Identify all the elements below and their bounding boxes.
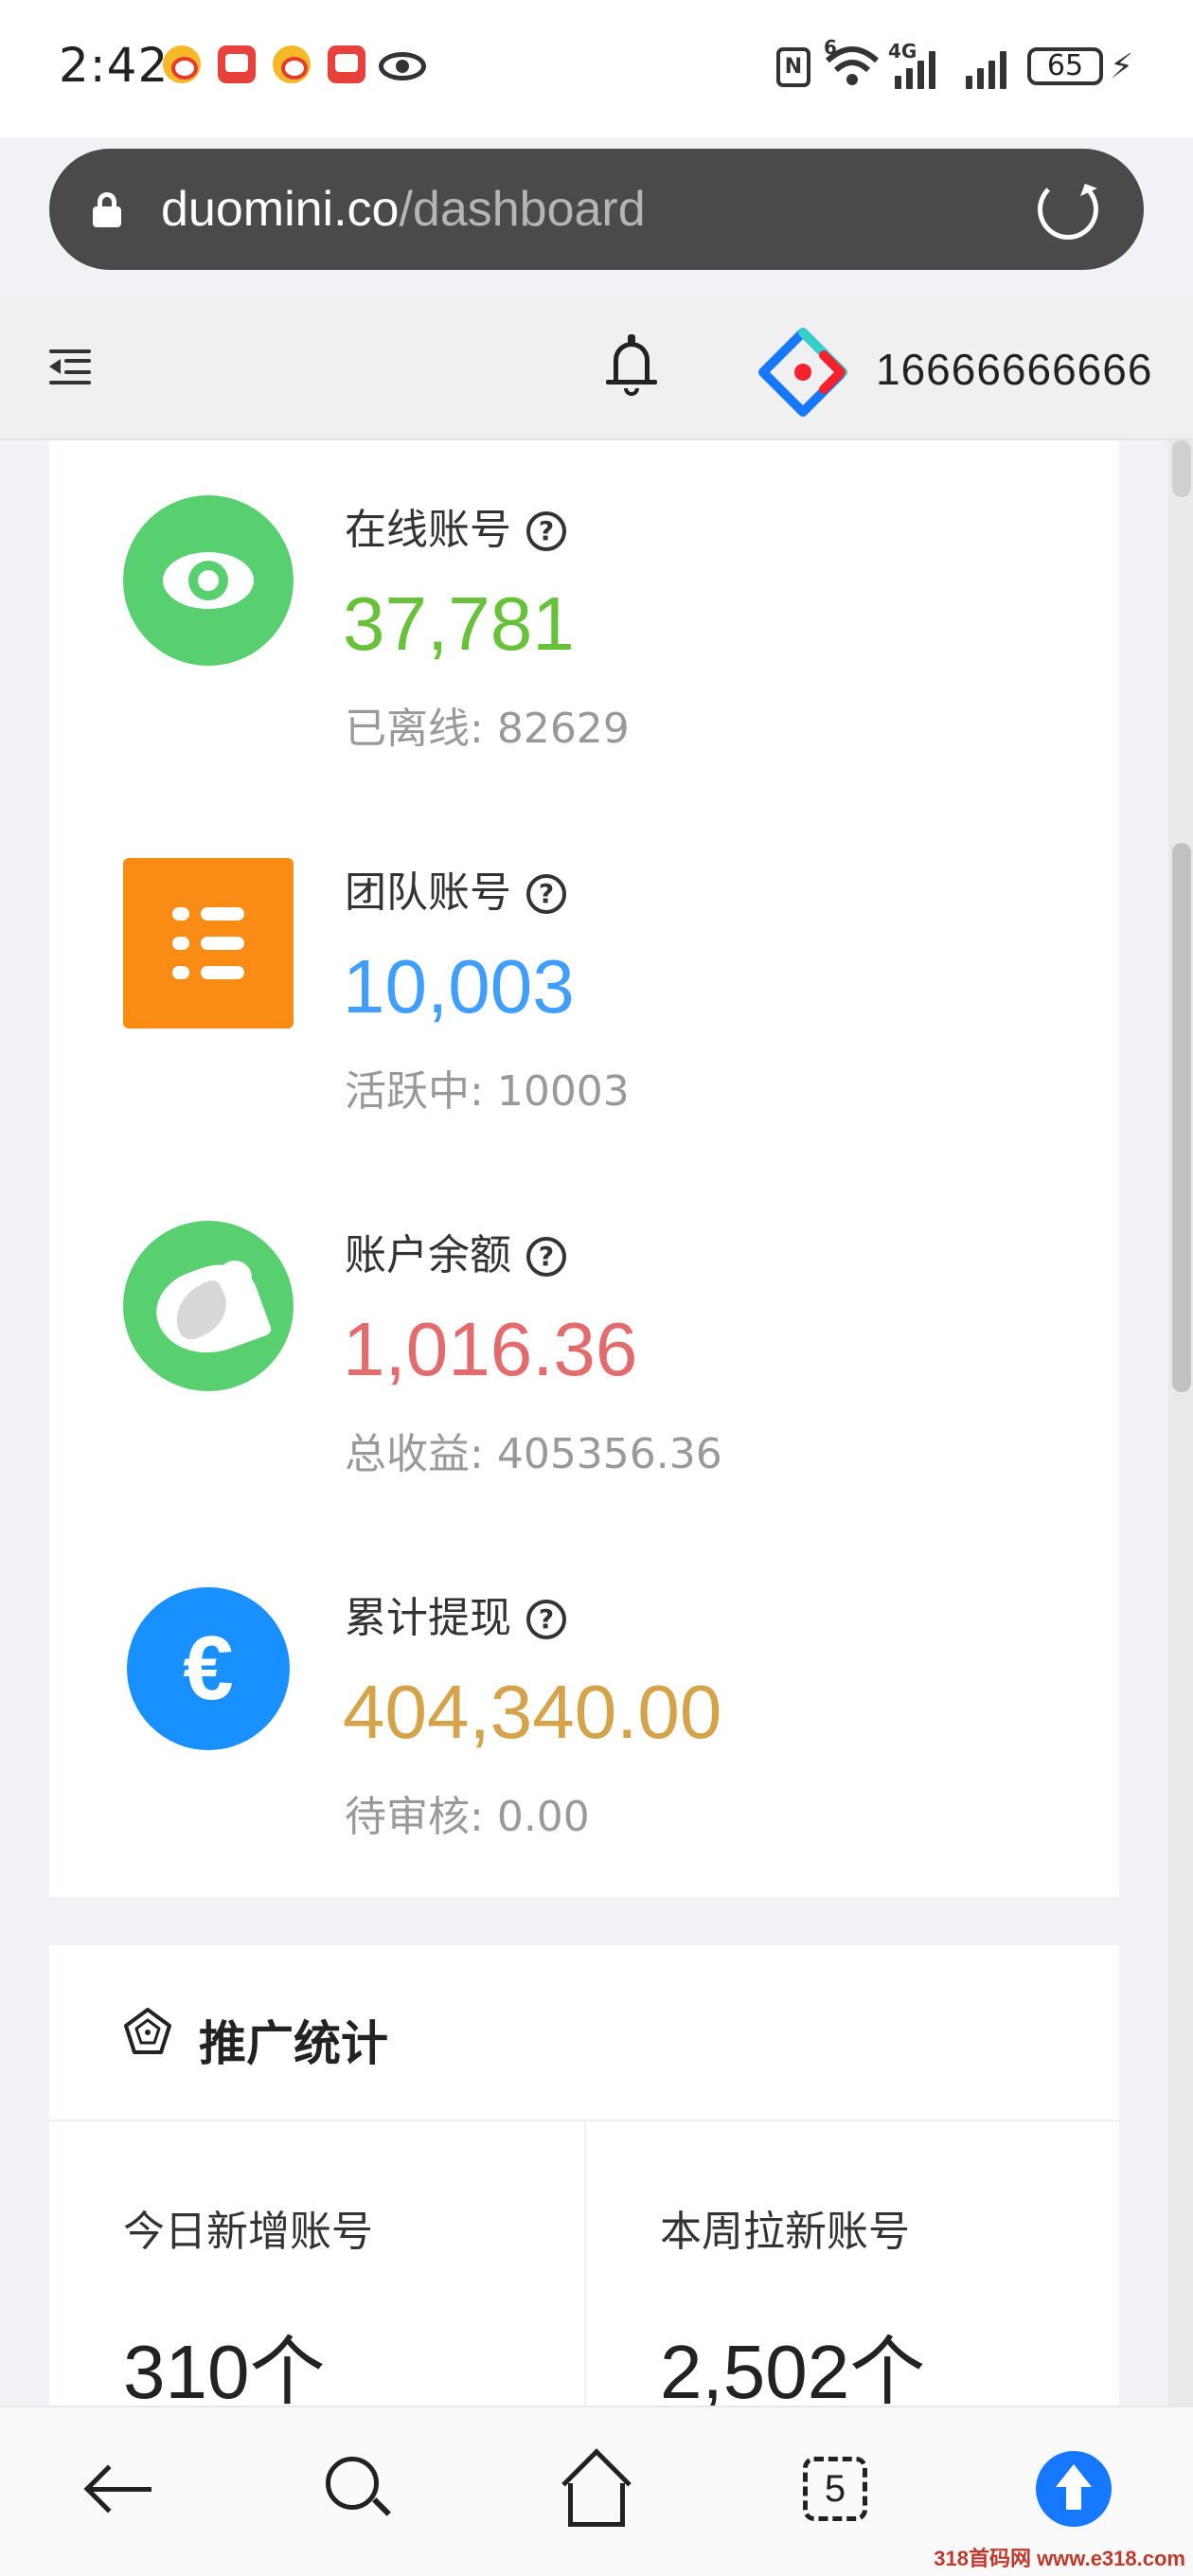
back-arrow-icon[interactable] bbox=[83, 2451, 159, 2527]
stat-title: 团队账号 bbox=[345, 868, 511, 917]
status-bar: 2:42 N 6 4G 65 ⚡ bbox=[0, 0, 1193, 137]
promo-value: 2,502 bbox=[660, 2330, 850, 2414]
promo-unit: 个 bbox=[849, 2328, 926, 2416]
promo-today-new: 今日新增账号 310个 bbox=[49, 2121, 584, 2416]
menu-fold-icon[interactable] bbox=[49, 348, 91, 385]
promo-value: 310 bbox=[123, 2330, 250, 2414]
user-phone[interactable]: 16666666666 bbox=[876, 344, 1152, 395]
signal-icon bbox=[966, 49, 1006, 89]
stat-total-withdrawn: € 累计提现? 404,340.00 待审核: 0.00 bbox=[49, 1529, 1119, 1891]
help-icon[interactable]: ? bbox=[526, 874, 566, 914]
stat-sub-value: 405356.36 bbox=[496, 1430, 722, 1478]
scrollbar-thumb[interactable] bbox=[1172, 843, 1191, 1392]
lock-icon bbox=[93, 192, 121, 227]
status-time: 2:42 bbox=[59, 38, 169, 93]
promo-title: 推广统计 bbox=[199, 2016, 388, 2071]
bell-icon[interactable] bbox=[606, 334, 657, 397]
promo-label: 今日新增账号 bbox=[123, 2208, 373, 2256]
euro-icon: € bbox=[127, 1587, 290, 1750]
weibo-icon bbox=[273, 45, 311, 83]
upload-arrow-icon[interactable] bbox=[1036, 2451, 1112, 2527]
stat-sub-value: 0.00 bbox=[496, 1793, 590, 1841]
radar-chart-icon bbox=[123, 2007, 172, 2056]
stat-sub-label: 总收益: bbox=[345, 1430, 484, 1478]
promo-stats-card: 推广统计 今日新增账号 310个 本周拉新账号 2,502个 bbox=[49, 1945, 1119, 2416]
stat-value: 1,016.36 bbox=[343, 1307, 638, 1391]
stat-sub-value: 10003 bbox=[496, 1067, 630, 1116]
nfc-icon: N bbox=[776, 47, 810, 87]
stats-card: 在线账号? 37,781 已离线: 82629 团队账号? 10,003 活跃中… bbox=[49, 440, 1119, 1897]
watermark: 318首码网 www.e318.com bbox=[934, 2547, 1185, 2570]
url-text[interactable]: duomini.co/dashboard bbox=[161, 181, 646, 238]
url-bar[interactable]: duomini.co/dashboard bbox=[49, 149, 1144, 270]
help-icon[interactable]: ? bbox=[526, 1600, 566, 1639]
promo-header: 推广统计 bbox=[49, 1945, 1119, 2121]
red-app-icon bbox=[328, 45, 365, 83]
stat-sub-label: 待审核: bbox=[345, 1793, 484, 1841]
logo-icon bbox=[757, 327, 848, 418]
stat-value: 37,781 bbox=[343, 581, 575, 666]
weibo-icon bbox=[163, 45, 201, 83]
stat-value: 404,340.00 bbox=[343, 1670, 722, 1754]
scrollbar-cap bbox=[1172, 440, 1191, 497]
stat-title: 累计提现 bbox=[345, 1594, 511, 1642]
wifi-label: 6 bbox=[824, 36, 837, 59]
help-icon[interactable]: ? bbox=[526, 1237, 566, 1277]
stat-title: 在线账号 bbox=[345, 506, 511, 554]
charging-icon: ⚡ bbox=[1110, 47, 1134, 86]
stat-online-accounts: 在线账号? 37,781 已离线: 82629 bbox=[49, 440, 1119, 803]
scrollbar-track[interactable] bbox=[1168, 440, 1193, 2406]
eye-icon bbox=[123, 495, 294, 666]
search-icon[interactable] bbox=[318, 2451, 394, 2527]
tab-count: 5 bbox=[803, 2457, 867, 2521]
wifi-icon: 6 bbox=[824, 36, 881, 89]
help-icon[interactable]: ? bbox=[526, 511, 566, 551]
bird-icon bbox=[123, 1221, 294, 1391]
battery-icon: 65 bbox=[1027, 47, 1103, 85]
stat-sub-value: 82629 bbox=[496, 705, 630, 753]
list-icon bbox=[123, 858, 294, 1029]
eye-icon bbox=[379, 52, 426, 80]
stat-value: 10,003 bbox=[343, 944, 575, 1029]
stat-title: 账户余额 bbox=[345, 1231, 511, 1279]
promo-unit: 个 bbox=[249, 2328, 326, 2416]
network-label: 4G bbox=[888, 40, 917, 63]
stat-account-balance: 账户余额? 1,016.36 总收益: 405356.36 bbox=[49, 1166, 1119, 1529]
promo-label: 本周拉新账号 bbox=[660, 2208, 910, 2256]
tabs-icon[interactable]: 5 bbox=[797, 2451, 873, 2527]
url-domain: duomini.co bbox=[161, 182, 400, 237]
stat-sub-label: 活跃中: bbox=[345, 1067, 484, 1116]
red-app-icon bbox=[218, 45, 256, 83]
stat-sub-label: 已离线: bbox=[345, 705, 484, 753]
stat-team-accounts: 团队账号? 10,003 活跃中: 10003 bbox=[49, 803, 1119, 1166]
home-icon[interactable] bbox=[559, 2448, 634, 2527]
url-path: /dashboard bbox=[399, 182, 646, 237]
reload-icon[interactable] bbox=[1038, 179, 1098, 240]
promo-week-new: 本周拉新账号 2,502个 bbox=[584, 2121, 1119, 2416]
app-header: 16666666666 bbox=[0, 296, 1193, 440]
